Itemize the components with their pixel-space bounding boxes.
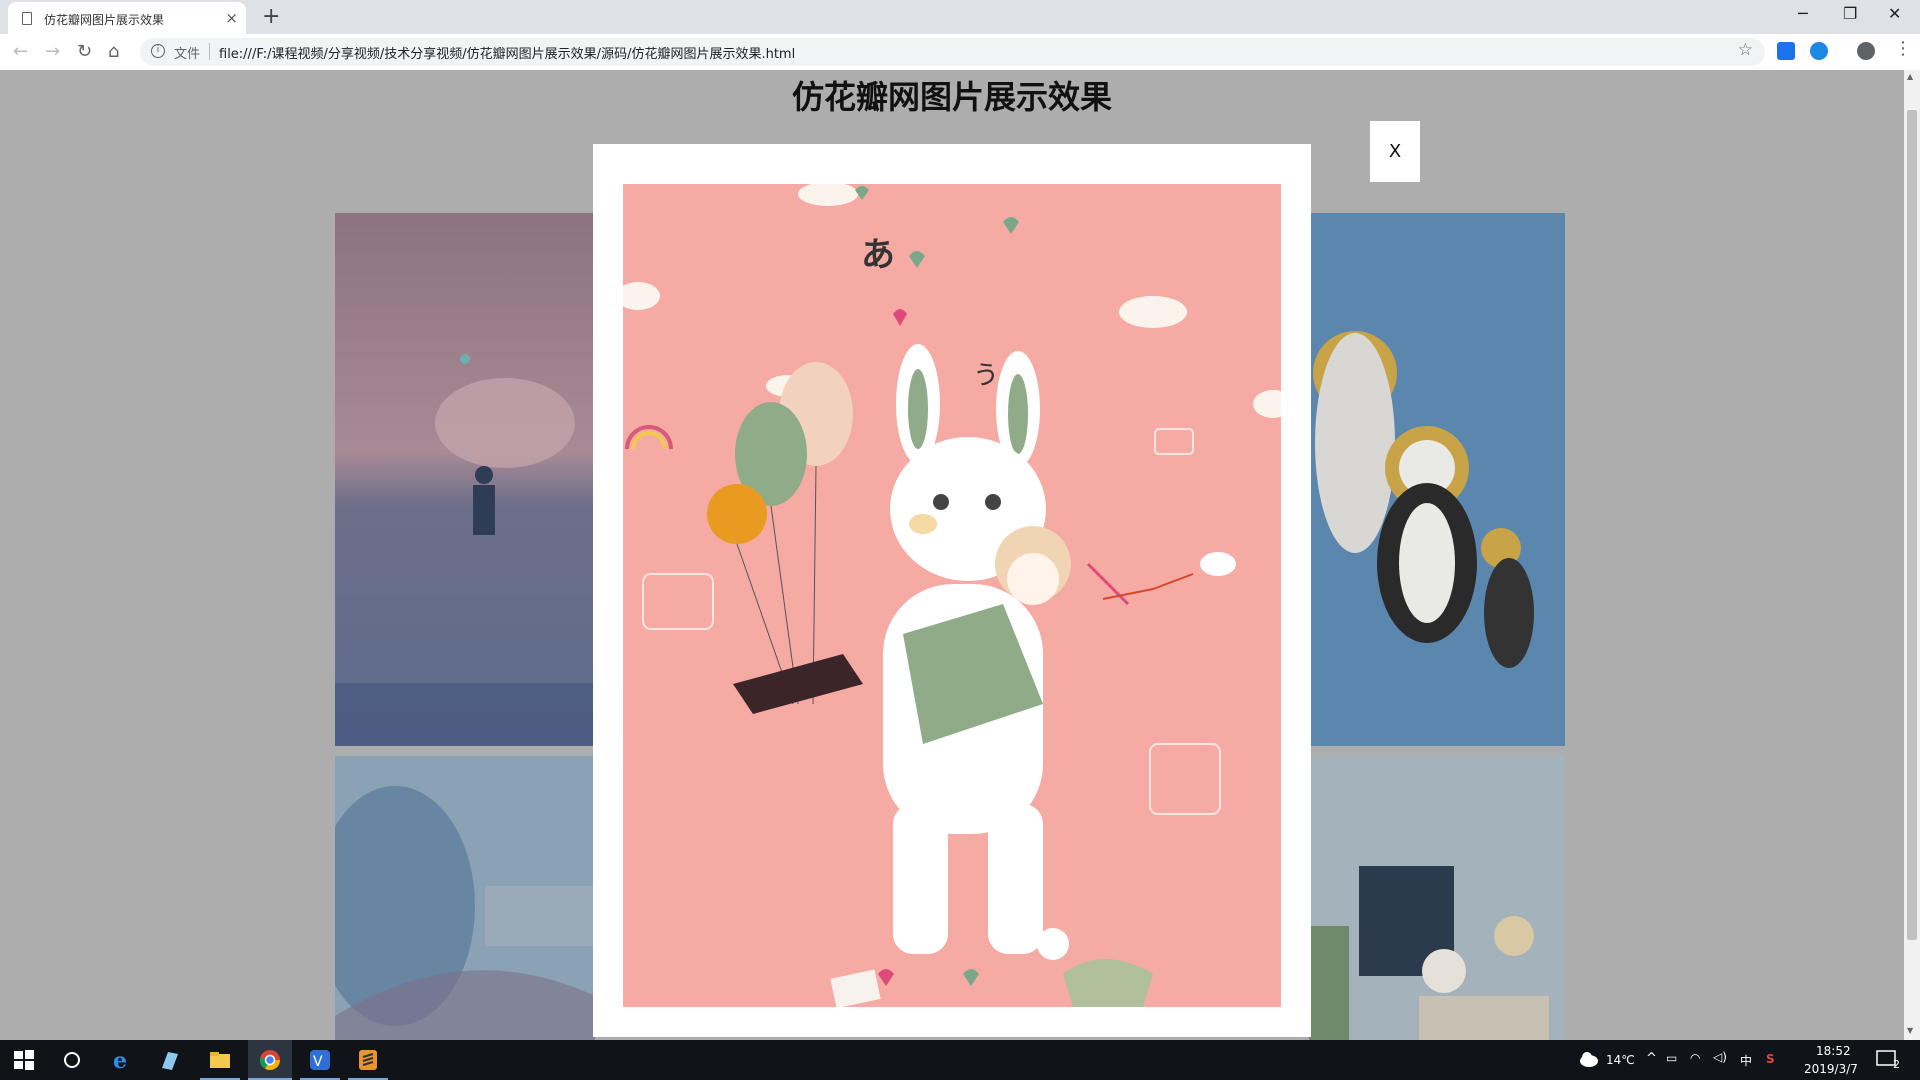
clock-date[interactable]: 2019/3/7 xyxy=(1804,1062,1858,1076)
extension-icon[interactable] xyxy=(1777,42,1795,60)
window-close-button[interactable]: ✕ xyxy=(1888,4,1901,23)
browser-toolbar: ← → ↻ ⌂ i 文件 file:///F:/课程视频/分享视频/技术分享视频… xyxy=(0,34,1920,71)
reload-button[interactable]: ↻ xyxy=(77,41,92,62)
lightbox-image: あ う xyxy=(623,184,1281,1007)
scrollbar-thumb[interactable] xyxy=(1907,110,1917,940)
profile-avatar-icon[interactable] xyxy=(1857,42,1875,60)
back-button[interactable]: ← xyxy=(13,41,28,62)
clock-time[interactable]: 18:52 xyxy=(1816,1044,1851,1058)
art-glyph-u: う xyxy=(973,361,999,391)
info-icon[interactable]: i xyxy=(151,44,165,58)
minimize-button[interactable]: ─ xyxy=(1798,4,1808,23)
modal-close-button[interactable]: X xyxy=(1370,121,1420,182)
gallery-image-street[interactable] xyxy=(335,756,595,1040)
windows-start-icon[interactable] xyxy=(12,1048,36,1072)
svg-text:V: V xyxy=(313,1054,323,1070)
browser-tab[interactable]: 仿花瓣网图片展示效果 × xyxy=(8,2,246,34)
image-lightbox: あ う xyxy=(593,144,1311,1037)
bookmark-star-icon[interactable]: ☆ xyxy=(1738,40,1753,60)
address-bar[interactable]: i 文件 file:///F:/课程视频/分享视频/技术分享视频/仿花瓣网图片展… xyxy=(140,38,1765,66)
page-file-icon xyxy=(22,12,32,25)
art-glyph-a: あ xyxy=(861,235,895,275)
tray-overflow-chevron-icon[interactable]: ^ xyxy=(1646,1051,1657,1066)
scroll-up-icon[interactable]: ▲ xyxy=(1907,72,1913,81)
translate-extension-icon[interactable] xyxy=(1810,42,1828,60)
sublime-text-icon[interactable] xyxy=(356,1048,380,1072)
gallery-image-cafe[interactable] xyxy=(1309,756,1565,1040)
file-explorer-icon[interactable] xyxy=(208,1048,232,1072)
edge-browser-icon[interactable]: e xyxy=(110,1048,134,1072)
battery-icon[interactable]: ▭ xyxy=(1666,1051,1677,1065)
tab-title: 仿花瓣网图片展示效果 xyxy=(44,13,165,27)
notification-count: 2 xyxy=(1893,1058,1900,1071)
ime-indicator[interactable]: 中 xyxy=(1740,1052,1752,1069)
forward-button[interactable]: → xyxy=(45,41,60,62)
new-tab-button[interactable]: + xyxy=(262,4,280,29)
vpn-app-icon[interactable]: V xyxy=(308,1048,332,1072)
tab-close-icon[interactable]: × xyxy=(225,9,238,27)
browser-menu-icon[interactable]: ⋮ xyxy=(1894,38,1912,59)
page-scrollbar[interactable]: ▲ ▼ xyxy=(1904,70,1920,1040)
volume-icon[interactable]: ◁) xyxy=(1713,1050,1727,1064)
maximize-button[interactable]: ❐ xyxy=(1843,4,1857,23)
url-scheme-label: 文件 xyxy=(174,47,201,62)
url-separator xyxy=(209,43,210,60)
cortana-search-icon[interactable] xyxy=(60,1048,84,1072)
notepad-app-icon[interactable] xyxy=(158,1048,182,1072)
page-title: 仿花瓣网图片展示效果 xyxy=(791,78,1112,116)
windows-taskbar: e V 14℃ ^ ▭ ◠ ◁) 中 S 18:52 2019/3/7 2 xyxy=(0,1040,1920,1080)
home-button[interactable]: ⌂ xyxy=(108,41,119,62)
sogou-input-icon[interactable]: S xyxy=(1766,1052,1775,1066)
tab-strip: 仿花瓣网图片展示效果 × + ─ ❐ ✕ xyxy=(0,0,1920,34)
gallery-image-ocean[interactable] xyxy=(335,213,595,746)
weather-temperature[interactable]: 14℃ xyxy=(1606,1053,1635,1067)
svg-text:e: e xyxy=(113,1048,127,1072)
weather-cloud-icon[interactable] xyxy=(1578,1050,1600,1068)
url-text[interactable]: file:///F:/课程视频/分享视频/技术分享视频/仿花瓣网图片展示效果/源… xyxy=(219,43,795,62)
wifi-icon[interactable]: ◠ xyxy=(1690,1051,1700,1065)
chrome-browser-icon[interactable] xyxy=(258,1048,282,1072)
gallery-image-animals[interactable] xyxy=(1309,213,1565,746)
scroll-down-icon[interactable]: ▼ xyxy=(1907,1026,1913,1035)
